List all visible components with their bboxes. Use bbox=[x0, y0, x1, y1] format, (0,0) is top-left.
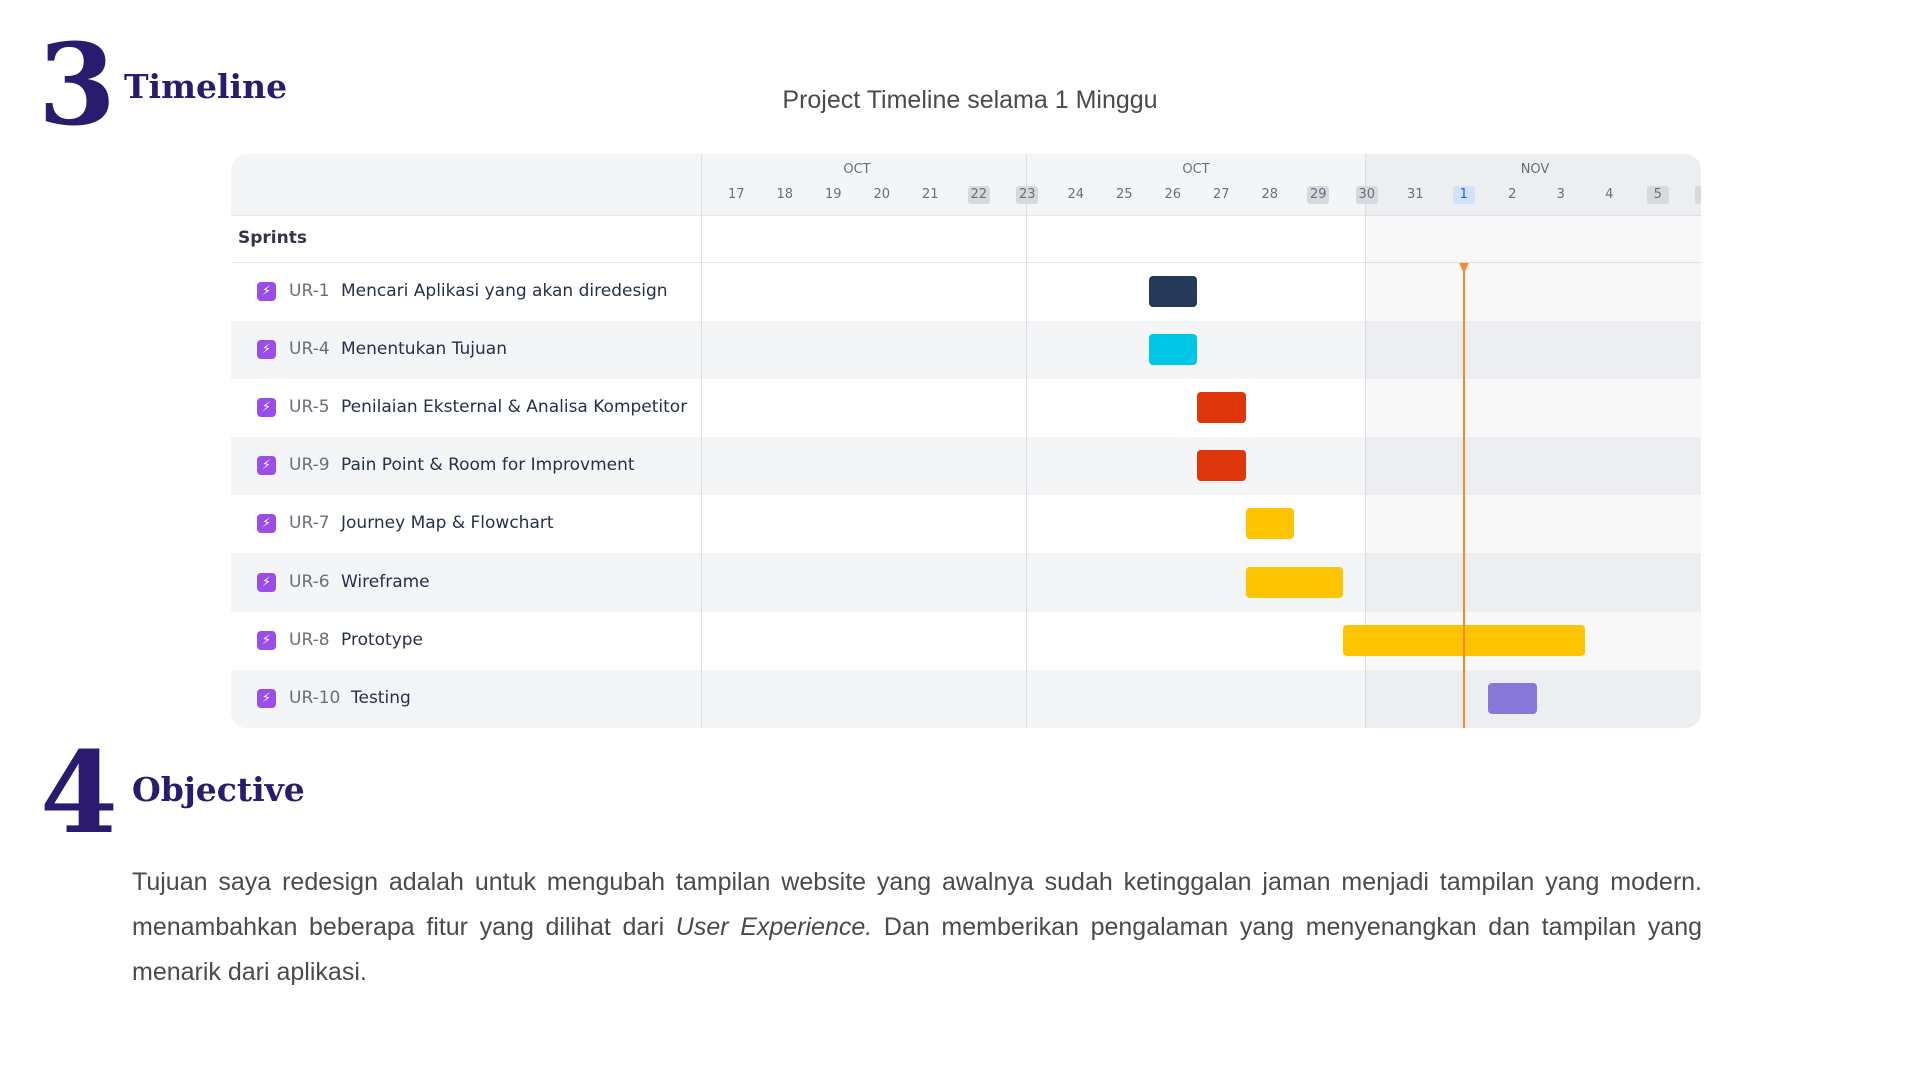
lightning-icon: ⚡ bbox=[257, 282, 276, 301]
task-name[interactable]: Journey Map & Flowchart bbox=[341, 513, 554, 533]
day-label: 25 bbox=[1115, 187, 1133, 202]
task-name[interactable]: Penilaian Eksternal & Analisa Kompetitor bbox=[341, 397, 687, 417]
objective-paragraph: Tujuan saya redesign adalah untuk mengub… bbox=[132, 860, 1702, 995]
section-number-3: 3 bbox=[38, 20, 116, 151]
chart-title: Project Timeline selama 1 Minggu bbox=[782, 86, 1158, 114]
task-bar[interactable] bbox=[1148, 334, 1197, 366]
section-number-4: 4 bbox=[40, 728, 118, 859]
task-name[interactable]: Pain Point & Room for Improvment bbox=[341, 455, 635, 475]
task-name[interactable]: Wireframe bbox=[341, 572, 430, 592]
day-label: 1 bbox=[1452, 186, 1475, 204]
day-label: 19 bbox=[824, 187, 842, 202]
task-name[interactable]: Mencari Aplikasi yang akan diredesign bbox=[341, 281, 668, 301]
task-key[interactable]: UR-1 bbox=[289, 281, 330, 301]
day-label: 28 bbox=[1261, 187, 1279, 202]
task-key[interactable]: UR-9 bbox=[289, 455, 330, 475]
day-label: 4 bbox=[1605, 187, 1614, 202]
task-bar[interactable] bbox=[1245, 508, 1294, 540]
section-title-timeline: Timeline bbox=[124, 67, 288, 106]
task-key[interactable]: UR-7 bbox=[289, 513, 330, 533]
lightning-icon: ⚡ bbox=[257, 456, 276, 476]
day-label: 24 bbox=[1067, 187, 1085, 202]
day-label: 29 bbox=[1307, 186, 1330, 204]
day-label: 17 bbox=[727, 187, 745, 202]
day-label: 27 bbox=[1212, 187, 1230, 202]
task-name[interactable]: Testing bbox=[351, 688, 411, 708]
task-bar[interactable] bbox=[1148, 276, 1197, 307]
day-label: 23 bbox=[1016, 186, 1039, 204]
sprints-label: Sprints bbox=[238, 228, 307, 248]
task-bar[interactable] bbox=[1197, 450, 1246, 482]
today-line bbox=[1462, 263, 1465, 728]
task-key[interactable]: UR-10 bbox=[289, 688, 340, 708]
lightning-icon: ⚡ bbox=[257, 340, 276, 360]
task-key[interactable]: UR-8 bbox=[289, 630, 330, 650]
task-key[interactable]: UR-6 bbox=[289, 572, 330, 592]
month-label-nov: NOV bbox=[1520, 162, 1550, 177]
objective-emphasis: User Experience. bbox=[675, 913, 873, 941]
day-label: 18 bbox=[776, 187, 794, 202]
lightning-icon: ⚡ bbox=[257, 514, 276, 534]
day-label: 5 bbox=[1646, 186, 1669, 204]
day-label: 3 bbox=[1556, 187, 1565, 202]
lightning-icon: ⚡ bbox=[257, 398, 276, 418]
gantt-chart: Sprints ⚡ UR-1 Mencari Aplikasi yang akan … bbox=[231, 154, 1701, 728]
task-bar[interactable] bbox=[1245, 566, 1343, 598]
day-label: 31 bbox=[1406, 187, 1424, 202]
task-name[interactable]: Menentukan Tujuan bbox=[341, 339, 507, 359]
task-name[interactable]: Prototype bbox=[341, 630, 423, 650]
task-bar[interactable] bbox=[1197, 392, 1246, 424]
month-divider-1 bbox=[1026, 154, 1027, 728]
day-label: 22 bbox=[967, 186, 990, 204]
month-label-oct-1: OCT bbox=[843, 162, 871, 177]
lightning-icon: ⚡ bbox=[257, 630, 276, 650]
lightning-icon: ⚡ bbox=[257, 688, 276, 708]
day-label: 6 bbox=[1695, 186, 1701, 204]
task-column-divider bbox=[701, 154, 702, 728]
day-label: 26 bbox=[1164, 187, 1182, 202]
day-label: 2 bbox=[1508, 187, 1517, 202]
day-label: 21 bbox=[921, 187, 939, 202]
task-key[interactable]: UR-4 bbox=[289, 339, 330, 359]
day-label: 20 bbox=[873, 187, 891, 202]
day-label: 30 bbox=[1355, 186, 1378, 204]
task-key[interactable]: UR-5 bbox=[289, 397, 330, 417]
section-title-objective: Objective bbox=[132, 770, 305, 809]
month-label-oct-2: OCT bbox=[1182, 162, 1210, 177]
lightning-icon: ⚡ bbox=[257, 572, 276, 592]
task-bar[interactable] bbox=[1488, 682, 1537, 714]
